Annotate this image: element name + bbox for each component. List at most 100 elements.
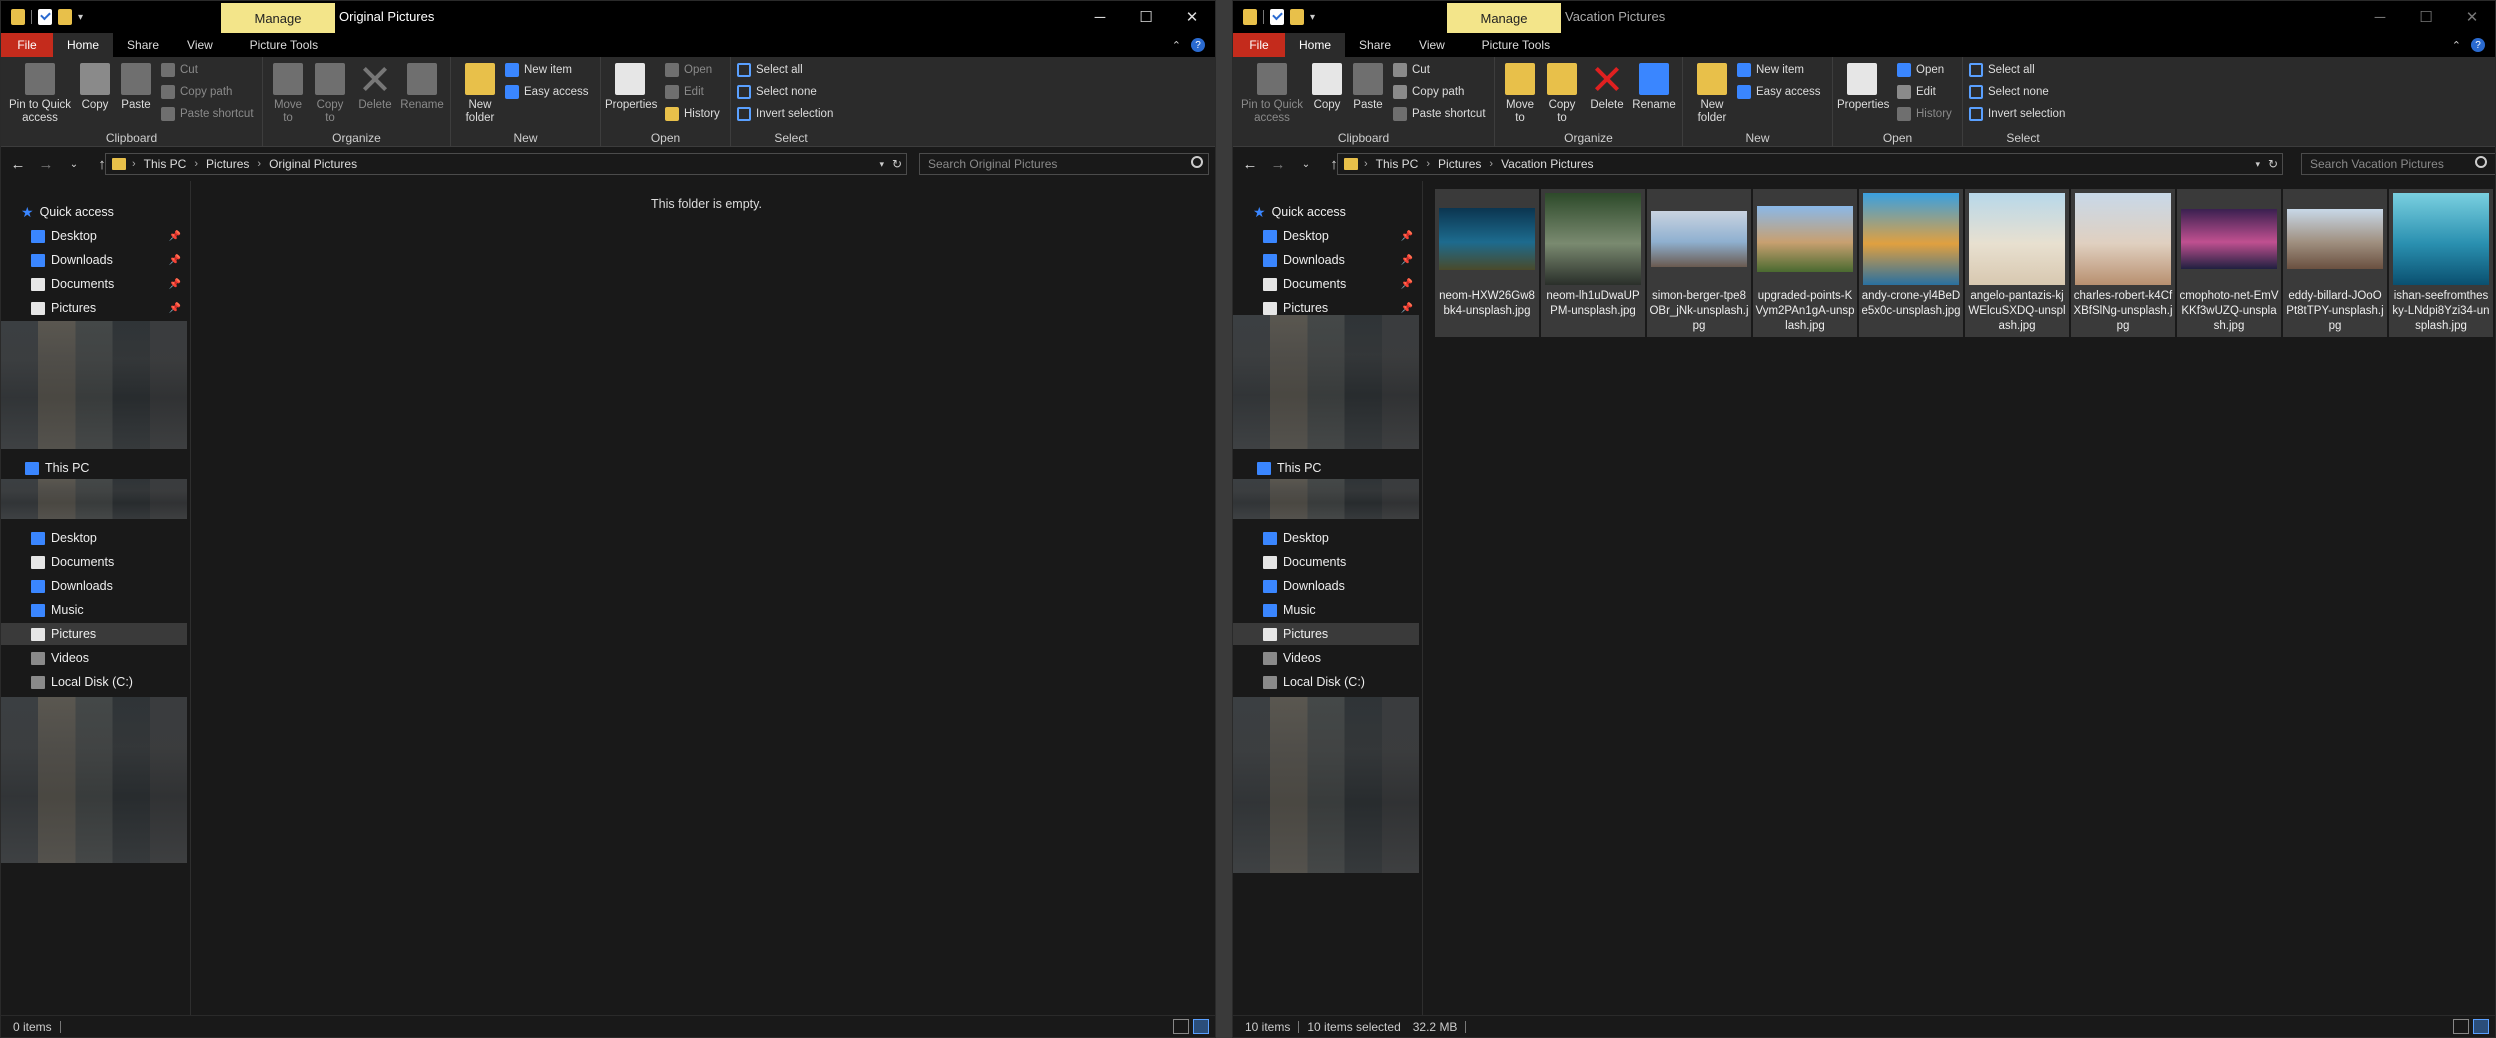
nav-pc-desktop[interactable]: Desktop bbox=[31, 527, 97, 549]
refresh-icon[interactable]: ↻ bbox=[2268, 157, 2278, 171]
forward-arrow-icon[interactable]: → bbox=[35, 153, 57, 175]
select-none-button[interactable]: Select none bbox=[1969, 83, 2049, 101]
file-tile[interactable]: charles-robert-k4CfXBfSlNg-unsplash.jpg bbox=[2071, 189, 2175, 337]
paste-button[interactable]: Paste bbox=[1349, 63, 1387, 112]
open-button[interactable]: Open bbox=[1897, 61, 1944, 79]
properties-button[interactable]: Properties bbox=[605, 63, 657, 112]
tab-home[interactable]: Home bbox=[1285, 33, 1346, 57]
history-button[interactable]: History bbox=[665, 105, 720, 123]
file-tile[interactable]: ishan-seefromthesky-LNdpi8Yzi34-unsplash… bbox=[2389, 189, 2493, 337]
move-to-button[interactable]: Move to bbox=[269, 63, 307, 125]
edit-button[interactable]: Edit bbox=[1897, 83, 1936, 101]
new-folder-icon[interactable] bbox=[1290, 9, 1304, 25]
file-tile[interactable]: neom-HXW26Gw8bk4-unsplash.jpg bbox=[1435, 189, 1539, 337]
minimize-icon[interactable]: ─ bbox=[1077, 1, 1123, 33]
address-dropdown-icon[interactable]: ▾ bbox=[2255, 159, 2260, 170]
tab-view[interactable]: View bbox=[1405, 33, 1459, 57]
nav-pc-local-disk[interactable]: Local Disk (C:) bbox=[31, 671, 133, 693]
nav-pc-videos[interactable]: Videos bbox=[31, 647, 89, 669]
pin-quick-access-button[interactable]: Pin to Quick access bbox=[1237, 63, 1307, 125]
file-list[interactable]: This folder is empty. bbox=[191, 181, 1215, 1015]
nav-pc-documents[interactable]: Documents bbox=[31, 551, 114, 573]
breadcrumb-current[interactable]: Vacation Pictures bbox=[1501, 157, 1594, 171]
recent-locations-icon[interactable]: ⌄ bbox=[63, 153, 85, 175]
copy-button[interactable]: Copy bbox=[1309, 63, 1345, 112]
details-view-icon[interactable] bbox=[2453, 1019, 2469, 1034]
move-to-button[interactable]: Move to bbox=[1501, 63, 1539, 125]
tab-share[interactable]: Share bbox=[1345, 33, 1405, 57]
nav-qa-desktop[interactable]: Desktop 📌 bbox=[1263, 225, 1419, 247]
maximize-icon[interactable]: ☐ bbox=[1123, 1, 1169, 33]
breadcrumb-this-pc[interactable]: This PC bbox=[1376, 157, 1419, 171]
maximize-icon[interactable]: ☐ bbox=[2403, 1, 2449, 33]
properties-icon[interactable] bbox=[38, 9, 52, 25]
details-view-icon[interactable] bbox=[1173, 1019, 1189, 1034]
tab-home[interactable]: Home bbox=[53, 33, 114, 57]
copy-to-button[interactable]: Copy to bbox=[1543, 63, 1581, 125]
file-list[interactable]: neom-HXW26Gw8bk4-unsplash.jpg neom-lh1uDw… bbox=[1423, 181, 2495, 1015]
search-input[interactable]: Search Original Pictures bbox=[919, 153, 1209, 175]
customize-qat-icon[interactable]: ▾ bbox=[1310, 12, 1315, 23]
nav-qa-desktop[interactable]: Desktop 📌 bbox=[31, 225, 187, 247]
file-tile[interactable]: simon-berger-tpe8OBr_jNk-unsplash.jpg bbox=[1647, 189, 1751, 337]
invert-selection-button[interactable]: Invert selection bbox=[1969, 105, 2065, 123]
file-tile[interactable]: neom-lh1uDwaUPPM-unsplash.jpg bbox=[1541, 189, 1645, 337]
forward-arrow-icon[interactable]: → bbox=[1267, 153, 1289, 175]
nav-pc-downloads[interactable]: Downloads bbox=[1263, 575, 1345, 597]
nav-pc-local-disk[interactable]: Local Disk (C:) bbox=[1263, 671, 1365, 693]
collapse-ribbon-icon[interactable]: ⌃ bbox=[1172, 39, 1181, 52]
search-icon[interactable] bbox=[2475, 156, 2487, 168]
copy-to-button[interactable]: Copy to bbox=[311, 63, 349, 125]
properties-icon[interactable] bbox=[1270, 9, 1284, 25]
file-tile[interactable]: andy-crone-yl4BeDe5x0c-unsplash.jpg bbox=[1859, 189, 1963, 337]
new-folder-icon[interactable] bbox=[58, 9, 72, 25]
customize-qat-icon[interactable]: ▾ bbox=[78, 12, 83, 23]
minimize-icon[interactable]: ─ bbox=[2357, 1, 2403, 33]
tab-picture-tools[interactable]: Picture Tools bbox=[227, 33, 341, 57]
help-icon[interactable]: ? bbox=[1191, 38, 1205, 52]
tab-share[interactable]: Share bbox=[113, 33, 173, 57]
tab-manage[interactable]: Manage bbox=[1447, 3, 1561, 33]
easy-access-button[interactable]: Easy access bbox=[505, 83, 589, 101]
select-all-button[interactable]: Select all bbox=[737, 61, 803, 79]
nav-qa-pictures[interactable]: Pictures 📌 bbox=[31, 297, 187, 319]
nav-pc-pictures[interactable]: Pictures bbox=[1, 623, 187, 645]
address-dropdown-icon[interactable]: ▾ bbox=[879, 159, 884, 170]
back-arrow-icon[interactable]: ← bbox=[7, 153, 29, 175]
invert-selection-button[interactable]: Invert selection bbox=[737, 105, 833, 123]
nav-this-pc[interactable]: This PC bbox=[25, 457, 89, 479]
nav-quick-access[interactable]: ★ Quick access bbox=[1253, 201, 1346, 223]
nav-pc-music[interactable]: Music bbox=[1263, 599, 1316, 621]
rename-button[interactable]: Rename bbox=[1631, 63, 1677, 112]
large-icons-view-icon[interactable] bbox=[1193, 1019, 1209, 1034]
select-all-button[interactable]: Select all bbox=[1969, 61, 2035, 79]
refresh-icon[interactable]: ↻ bbox=[892, 157, 902, 171]
collapse-ribbon-icon[interactable]: ⌃ bbox=[2452, 39, 2461, 52]
paste-button[interactable]: Paste bbox=[117, 63, 155, 112]
tab-picture-tools[interactable]: Picture Tools bbox=[1459, 33, 1573, 57]
history-button[interactable]: History bbox=[1897, 105, 1952, 123]
nav-qa-documents[interactable]: Documents 📌 bbox=[1263, 273, 1419, 295]
nav-qa-downloads[interactable]: Downloads 📌 bbox=[1263, 249, 1419, 271]
delete-button[interactable]: Delete bbox=[355, 63, 395, 112]
nav-quick-access[interactable]: ★ Quick access bbox=[21, 201, 114, 223]
copy-path-button[interactable]: Copy path bbox=[161, 83, 232, 101]
search-input[interactable]: Search Vacation Pictures bbox=[2301, 153, 2495, 175]
breadcrumb-pictures[interactable]: Pictures bbox=[206, 157, 249, 171]
help-icon[interactable]: ? bbox=[2471, 38, 2485, 52]
new-item-button[interactable]: New item bbox=[505, 61, 572, 79]
rename-button[interactable]: Rename bbox=[399, 63, 445, 112]
nav-qa-downloads[interactable]: Downloads 📌 bbox=[31, 249, 187, 271]
nav-pc-music[interactable]: Music bbox=[31, 599, 84, 621]
delete-button[interactable]: Delete bbox=[1587, 63, 1627, 112]
nav-this-pc[interactable]: This PC bbox=[1257, 457, 1321, 479]
file-tile[interactable]: eddy-billard-JOoOPt8tTPY-unsplash.jpg bbox=[2283, 189, 2387, 337]
paste-shortcut-button[interactable]: Paste shortcut bbox=[1393, 105, 1486, 123]
easy-access-button[interactable]: Easy access bbox=[1737, 83, 1821, 101]
select-none-button[interactable]: Select none bbox=[737, 83, 817, 101]
file-tile[interactable]: angelo-pantazis-kjWElcuSXDQ-unsplash.jpg bbox=[1965, 189, 2069, 337]
nav-pc-desktop[interactable]: Desktop bbox=[1263, 527, 1329, 549]
pin-quick-access-button[interactable]: Pin to Quick access bbox=[5, 63, 75, 125]
nav-pc-videos[interactable]: Videos bbox=[1263, 647, 1321, 669]
recent-locations-icon[interactable]: ⌄ bbox=[1295, 153, 1317, 175]
